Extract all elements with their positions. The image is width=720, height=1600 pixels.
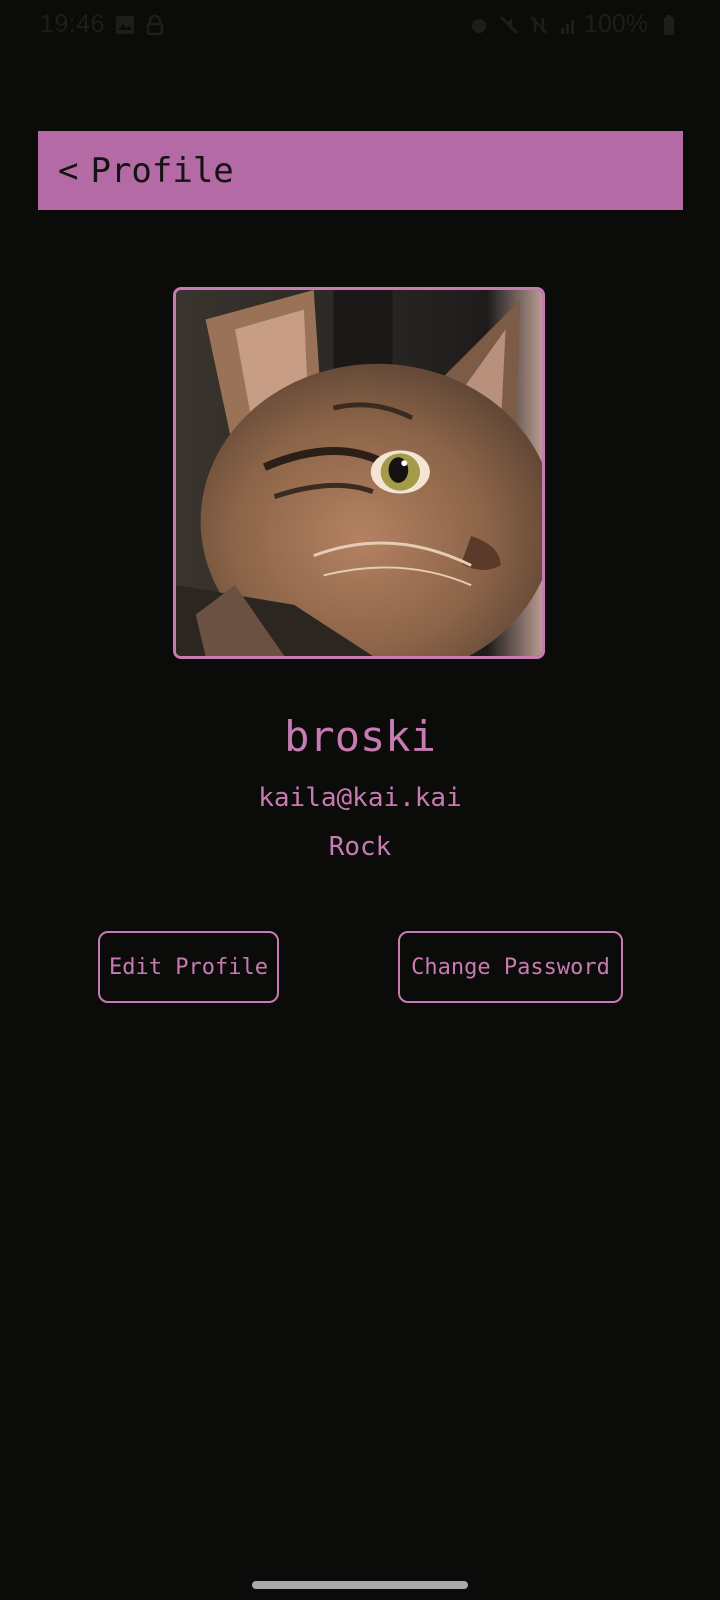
image-icon	[116, 16, 134, 34]
profile-email: kaila@kai.kai	[258, 783, 462, 813]
header-bar: < Profile	[38, 131, 683, 210]
status-left-icons	[114, 14, 166, 36]
edit-profile-button[interactable]: Edit Profile	[98, 931, 279, 1003]
battery-icon	[664, 15, 674, 35]
profile-username: broski	[284, 712, 436, 761]
cat-photo	[176, 290, 542, 656]
signal-icon	[561, 20, 574, 34]
page-title: Profile	[90, 150, 234, 191]
status-time: 19:46	[40, 10, 106, 38]
status-bar: 19:46 100%	[0, 0, 720, 54]
status-right-icons	[468, 14, 580, 36]
back-button[interactable]: <	[58, 151, 78, 191]
alarm-icon	[472, 19, 486, 33]
lock-icon	[146, 14, 164, 36]
profile-genre: Rock	[328, 832, 392, 862]
data-off-icon	[530, 16, 548, 34]
mute-icon	[499, 15, 519, 35]
avatar	[173, 287, 545, 659]
change-password-button[interactable]: Change Password	[398, 931, 623, 1003]
home-indicator[interactable]	[252, 1581, 468, 1589]
battery-percentage: 100%	[584, 10, 648, 38]
